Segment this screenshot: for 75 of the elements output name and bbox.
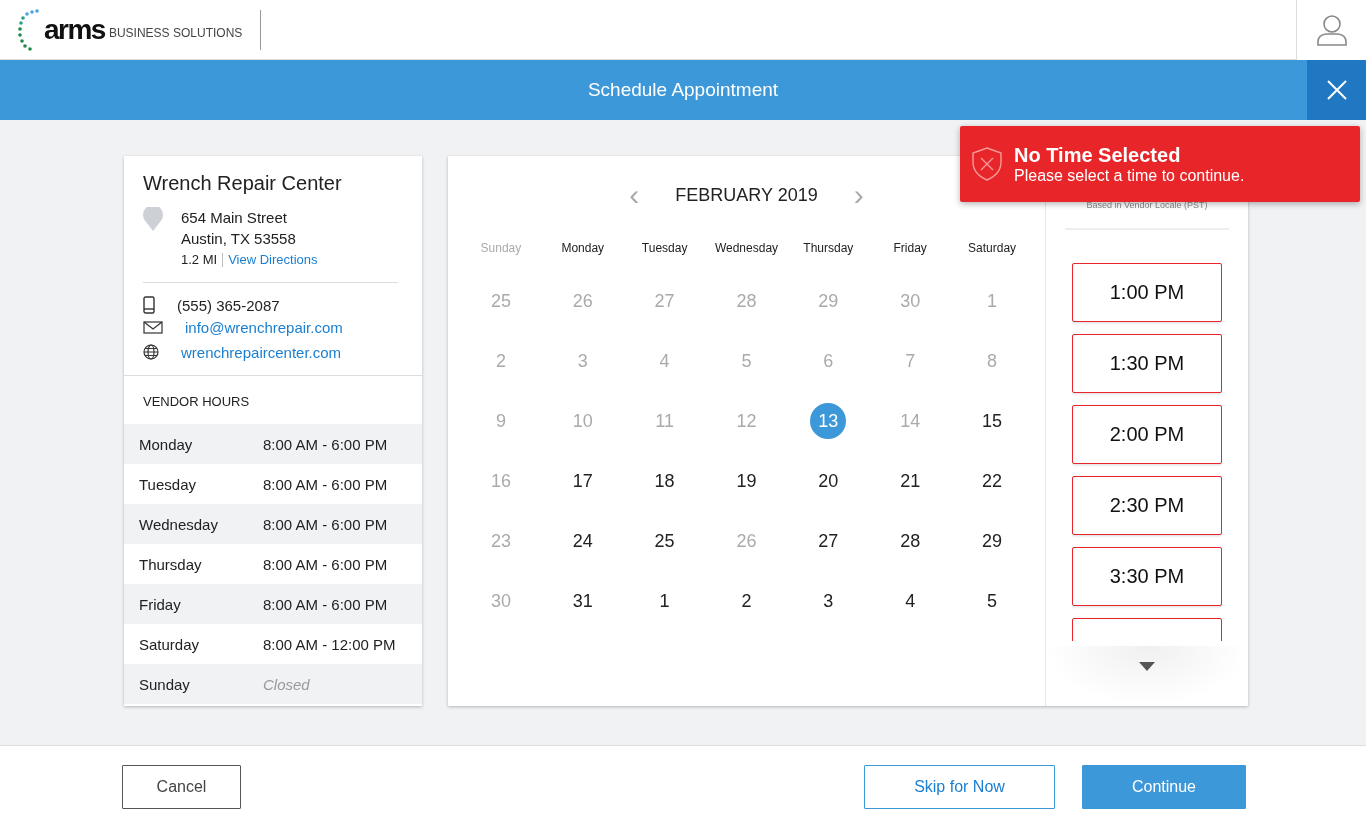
phone-icon: [143, 296, 155, 314]
weekday-label: Monday: [139, 435, 194, 453]
calendar-day[interactable]: 13: [810, 403, 847, 439]
website-link[interactable]: wrenchrepaircenter.com: [181, 343, 342, 361]
opening-hours: 8:00 AM - 6:00 PM: [263, 595, 388, 613]
logo-wordmark: arms: [44, 13, 105, 46]
weekday-label: Saturday: [139, 635, 201, 653]
address-line: 654 Main Street: [181, 208, 288, 228]
close-button[interactable]: [1307, 60, 1366, 120]
calendar-day[interactable]: 1: [646, 583, 683, 619]
calendar-day[interactable]: 17: [564, 463, 601, 499]
calendar-day[interactable]: 28: [892, 523, 929, 559]
phone-number: (555) 365-2087: [177, 296, 280, 314]
cancel-button[interactable]: Cancel: [122, 765, 241, 809]
calendar-day[interactable]: 18: [646, 463, 683, 499]
calendar-day[interactable]: 25: [646, 523, 683, 559]
opening-hours: 8:00 AM - 6:00 PM: [263, 435, 388, 453]
user-icon: [1316, 13, 1347, 46]
calendar-day[interactable]: 21: [892, 463, 929, 499]
calendar-day[interactable]: 2: [728, 583, 765, 619]
email-link[interactable]: info@wrenchrepair.com: [185, 319, 343, 336]
logo-tagline: BUSINESS SOLUTIONS: [108, 25, 243, 40]
mail-icon: [143, 321, 163, 334]
user-menu-button[interactable]: [1296, 0, 1366, 60]
time-slot[interactable]: 3:30 PM: [1072, 547, 1222, 606]
distance: 1.2 MI: [181, 251, 218, 269]
weekday-header: Wednesday: [713, 241, 780, 257]
directions-link[interactable]: View Directions: [228, 249, 318, 270]
weekday-label: Thursday: [139, 555, 203, 573]
calendar-day[interactable]: 4: [892, 583, 929, 619]
calendar-day[interactable]: 29: [974, 523, 1011, 559]
weekday-header: Friday: [892, 241, 928, 257]
address-line: Austin, TX 53558: [181, 229, 297, 249]
time-slot[interactable]: 1:30 PM: [1072, 334, 1222, 393]
scroll-down-icon[interactable]: [1139, 662, 1155, 671]
close-icon: [1326, 80, 1347, 100]
opening-hours: 8:00 AM - 6:00 PM: [263, 475, 388, 493]
calendar-day[interactable]: 20: [810, 463, 847, 499]
calendar-day[interactable]: 24: [564, 523, 601, 559]
logo-dots-icon: [18, 8, 40, 51]
weekday-label: Tuesday: [139, 475, 197, 493]
toast-message: Please select a time to continue.: [1014, 166, 1245, 185]
map-pin-icon: [143, 207, 163, 231]
weekday-header: Tuesday: [640, 241, 689, 257]
time-slot[interactable]: 2:30 PM: [1072, 476, 1222, 535]
opening-hours: Closed: [263, 675, 310, 693]
continue-button[interactable]: Continue: [1082, 765, 1246, 809]
time-slot[interactable]: 2:00 PM: [1072, 405, 1222, 464]
calendar-day[interactable]: 19: [728, 463, 765, 499]
time-slot[interactable]: 1:00 PM: [1072, 263, 1222, 322]
previous-month-button[interactable]: ‹: [623, 184, 646, 206]
month-title: FEBRUARY 2019: [675, 184, 818, 206]
weekday-header: Thursday: [802, 241, 855, 257]
calendar-day[interactable]: 31: [564, 583, 601, 619]
globe-icon: [143, 344, 159, 360]
vendor-name: Wrench Repair Center: [142, 171, 343, 196]
opening-hours: 8:00 AM - 12:00 PM: [263, 635, 396, 653]
weekday-label: Sunday: [139, 675, 191, 693]
weekday-header: Saturday: [967, 241, 1018, 257]
opening-hours: 8:00 AM - 6:00 PM: [263, 555, 388, 573]
calendar-day[interactable]: 22: [974, 463, 1011, 499]
weekday-header: Monday: [560, 241, 606, 257]
weekday-header: Sunday: [479, 241, 523, 257]
opening-hours: 8:00 AM - 6:00 PM: [263, 515, 388, 533]
page-title: Schedule Appointment: [587, 79, 779, 101]
weekday-label: Friday: [139, 595, 182, 613]
calendar-day[interactable]: 3: [810, 583, 847, 619]
shield-error-icon: [972, 147, 1002, 181]
weekday-label: Wednesday: [139, 515, 219, 533]
calendar-day[interactable]: 5: [974, 583, 1011, 619]
skip-button[interactable]: Skip for Now: [864, 765, 1055, 809]
toast-title: No Time Selected: [1014, 143, 1182, 167]
next-month-button[interactable]: ›: [847, 184, 870, 206]
calendar-day[interactable]: 15: [974, 403, 1011, 439]
calendar-day[interactable]: 27: [810, 523, 847, 559]
